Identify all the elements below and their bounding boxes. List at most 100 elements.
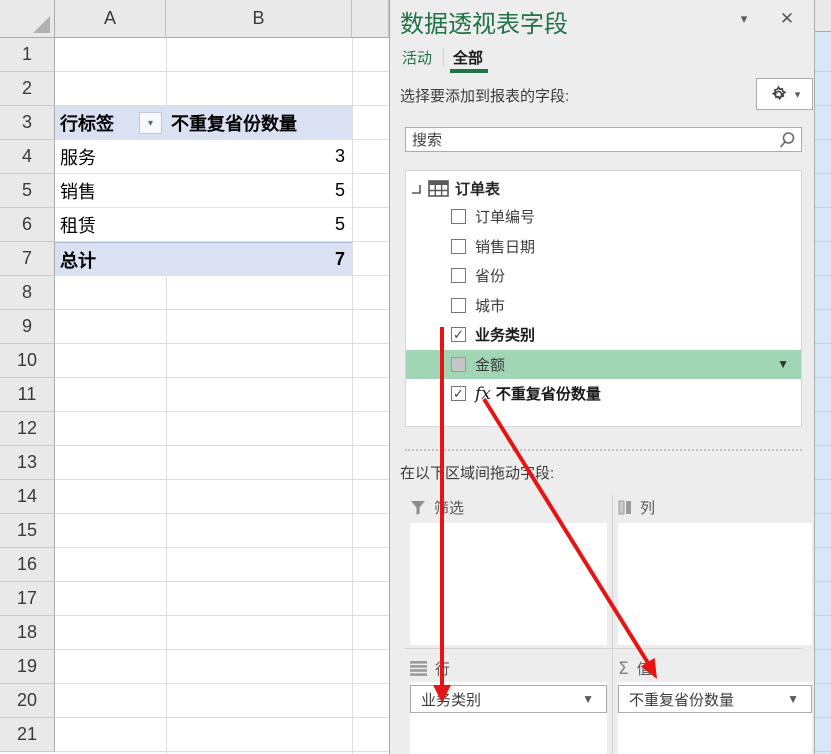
pivot-table[interactable]: 行标签 ▾ 不重复省份数量 服务 3 销售 5 租赁 5 总计 7 bbox=[55, 106, 352, 276]
row-header-20[interactable]: 20 bbox=[0, 684, 55, 718]
tab-all[interactable]: 全部 bbox=[453, 47, 483, 68]
field-item-不重复省份数量[interactable]: ✓ fx 不重复省份数量 bbox=[406, 379, 801, 409]
area-field-chip-业务类别[interactable]: 业务类别 ▼ bbox=[410, 685, 607, 713]
column-header-A[interactable]: A bbox=[55, 0, 166, 38]
gear-caret-icon: ▾ bbox=[794, 88, 801, 101]
row-header-17[interactable]: 17 bbox=[0, 582, 55, 616]
row-labels-filter-button[interactable]: ▾ bbox=[139, 112, 162, 134]
tab-active[interactable]: 活动 bbox=[402, 47, 432, 68]
table-icon bbox=[428, 180, 449, 197]
area-dropzone-columns[interactable] bbox=[618, 523, 812, 645]
field-dropdown-icon[interactable]: ▼ bbox=[777, 357, 789, 371]
area-label-text: 值 bbox=[636, 661, 652, 678]
row-header-1[interactable]: 1 bbox=[0, 38, 55, 72]
tab-all-underline bbox=[450, 69, 488, 73]
total-label: 总计 bbox=[60, 250, 96, 271]
row-header-15[interactable]: 15 bbox=[0, 514, 55, 548]
pane-close-icon[interactable]: ✕ bbox=[776, 9, 798, 29]
area-label-filters: 筛选 bbox=[410, 497, 464, 518]
table-node[interactable]: 订单表 bbox=[406, 171, 801, 202]
field-label: 业务类别 bbox=[475, 327, 536, 345]
gridline bbox=[352, 38, 353, 754]
field-label: 城市 bbox=[475, 297, 506, 315]
field-label: 金额 bbox=[475, 356, 506, 374]
row-header-12[interactable]: 12 bbox=[0, 412, 55, 446]
row-header-14[interactable]: 14 bbox=[0, 480, 55, 514]
row-header-16[interactable]: 16 bbox=[0, 548, 55, 582]
row-header-13[interactable]: 13 bbox=[0, 446, 55, 480]
search-box[interactable] bbox=[405, 127, 802, 152]
checkbox-disabled[interactable] bbox=[451, 356, 466, 372]
collapse-icon[interactable] bbox=[411, 183, 422, 194]
row-header-19[interactable]: 19 bbox=[0, 650, 55, 684]
pivot-row-value: 5 bbox=[334, 180, 345, 200]
areas-vertical-divider bbox=[612, 495, 613, 754]
area-dropzone-values[interactable]: 不重复省份数量 ▼ bbox=[618, 682, 812, 754]
field-item-城市[interactable]: 城市 bbox=[406, 291, 801, 321]
pivot-row-label: 服务 bbox=[60, 147, 96, 168]
pivot-fields-pane: 数据透视表字段 ▾ ✕ 活动 全部 选择要添加到报表的字段: ▾ 搜索 订单表 … bbox=[389, 0, 814, 754]
field-item-订单编号[interactable]: 订单编号 bbox=[406, 202, 801, 232]
pivot-data-row: 销售 5 bbox=[55, 174, 352, 208]
checkbox-unchecked[interactable] bbox=[451, 297, 466, 313]
chip-dropdown-icon[interactable]: ▼ bbox=[582, 692, 594, 706]
table-name: 订单表 bbox=[455, 181, 501, 198]
value-header: 不重复省份数量 bbox=[171, 114, 297, 134]
area-label-text: 列 bbox=[640, 500, 656, 517]
row-header-8[interactable]: 8 bbox=[0, 276, 55, 310]
row-header-9[interactable]: 9 bbox=[0, 310, 55, 344]
total-value: 7 bbox=[334, 249, 345, 269]
row-header-2[interactable]: 2 bbox=[0, 72, 55, 106]
row-header-4[interactable]: 4 bbox=[0, 140, 55, 174]
section-divider bbox=[405, 449, 802, 451]
row-header-3[interactable]: 3 bbox=[0, 106, 55, 140]
area-label-text: 筛选 bbox=[434, 500, 465, 517]
field-list: 订单表 订单编号销售日期省份城市 ✓ 业务类别金额 ▼ ✓ fx 不重复省份数量 bbox=[405, 170, 802, 427]
chip-label: 不重复省份数量 bbox=[629, 691, 735, 709]
search-icon bbox=[779, 132, 795, 148]
row-header-7[interactable]: 7 bbox=[0, 242, 55, 276]
fx-measure-icon: fx bbox=[475, 383, 491, 404]
row-header-11[interactable]: 11 bbox=[0, 378, 55, 412]
funnel-icon bbox=[411, 501, 425, 515]
column-header-B[interactable]: B bbox=[166, 0, 352, 38]
checkbox-checked[interactable]: ✓ bbox=[451, 327, 466, 343]
search-input[interactable] bbox=[410, 129, 774, 152]
column-header-partial[interactable] bbox=[352, 0, 389, 38]
checkbox-checked[interactable]: ✓ bbox=[451, 386, 466, 402]
cell-grid[interactable]: 行标签 ▾ 不重复省份数量 服务 3 销售 5 租赁 5 总计 7 bbox=[55, 38, 389, 754]
area-dropzone-filters[interactable] bbox=[410, 523, 607, 645]
pivot-total-row: 总计 7 bbox=[55, 242, 352, 276]
sigma-icon: Σ bbox=[618, 658, 629, 679]
drag-areas-label: 在以下区域间拖动字段: bbox=[400, 465, 555, 482]
areas-horizontal-divider bbox=[405, 648, 802, 649]
pivot-row-value: 3 bbox=[334, 146, 345, 166]
field-item-销售日期[interactable]: 销售日期 bbox=[406, 232, 801, 262]
row-header-6[interactable]: 6 bbox=[0, 208, 55, 242]
field-label: 不重复省份数量 bbox=[495, 386, 601, 404]
field-item-省份[interactable]: 省份 bbox=[406, 261, 801, 291]
row-header-10[interactable]: 10 bbox=[0, 344, 55, 378]
select-all-corner[interactable] bbox=[0, 0, 55, 38]
checkbox-unchecked[interactable] bbox=[451, 209, 466, 225]
pane-title: 数据透视表字段 bbox=[400, 11, 568, 38]
chip-dropdown-icon[interactable]: ▼ bbox=[787, 692, 799, 706]
row-header-5[interactable]: 5 bbox=[0, 174, 55, 208]
tools-button[interactable]: ▾ bbox=[756, 78, 813, 110]
field-label: 省份 bbox=[475, 268, 506, 286]
field-item-业务类别[interactable]: ✓ 业务类别 bbox=[406, 320, 801, 350]
field-item-金额[interactable]: 金额 ▼ bbox=[406, 349, 801, 379]
row-header-18[interactable]: 18 bbox=[0, 616, 55, 650]
worksheet-strip-header bbox=[815, 0, 831, 32]
pivot-row-label: 销售 bbox=[60, 181, 96, 202]
checkbox-unchecked[interactable] bbox=[451, 268, 466, 284]
pivot-data-row: 服务 3 bbox=[55, 140, 352, 174]
pane-options-caret-icon[interactable]: ▾ bbox=[733, 11, 755, 27]
field-label: 订单编号 bbox=[475, 209, 536, 227]
area-field-chip-不重复省份数量[interactable]: 不重复省份数量 ▼ bbox=[618, 685, 812, 713]
row-header-21[interactable]: 21 bbox=[0, 718, 55, 752]
excel-window: AB 1 2 3 4 5 6 7 8 9 10 11 12 13 14 15 16 17 18 19 20 21 行标签… bbox=[0, 0, 831, 754]
pivot-row-value: 5 bbox=[334, 214, 345, 234]
area-dropzone-rows[interactable]: 业务类别 ▼ bbox=[410, 682, 607, 754]
checkbox-unchecked[interactable] bbox=[451, 238, 466, 254]
